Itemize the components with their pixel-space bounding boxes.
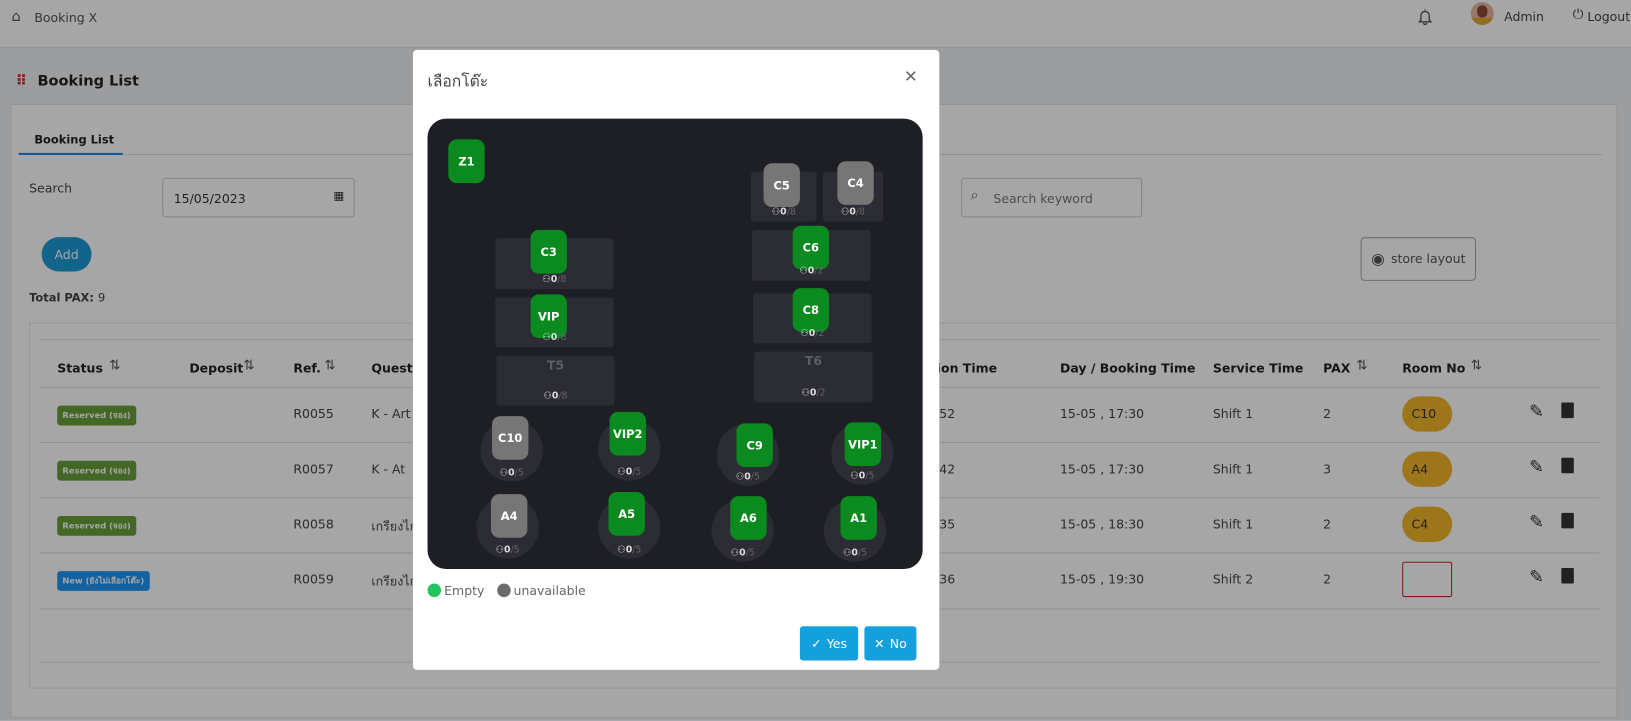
close-icon[interactable]: ✕ — [904, 67, 918, 87]
people-icon: ⚇ — [617, 545, 626, 556]
table-badge-vip[interactable]: VIP — [530, 294, 567, 339]
select-table-modal: เลือกโต๊ะ ✕ Z1 C5 ⚇0/8 C4 ⚇0/8 C3 ⚇0/8 VIP ⚇0/8 T… — [412, 49, 940, 670]
table-badge-vip1[interactable]: VIP1 — [844, 422, 882, 467]
table-badge-c6[interactable]: C6 — [792, 225, 830, 270]
people-icon: ⚇ — [735, 472, 745, 483]
seat-count: ⚇0/2 — [800, 328, 825, 340]
table-badge-c10[interactable]: C10 — [492, 416, 529, 460]
seat-count: ⚇0/8 — [840, 206, 865, 218]
check-icon: ✓ — [811, 636, 822, 651]
seat-count: ⚇0/2 — [801, 387, 826, 399]
people-icon: ⚇ — [542, 274, 551, 286]
seat-count: ⚇0/5 — [499, 468, 524, 479]
legend: Empty unavailable — [427, 583, 586, 598]
seat-count: ⚇0/8 — [771, 206, 796, 218]
people-icon: ⚇ — [495, 545, 505, 556]
people-icon: ⚇ — [850, 471, 859, 482]
table-badge-c5[interactable]: C5 — [763, 163, 800, 207]
seat-count: ⚇0/5 — [495, 545, 520, 556]
people-icon: ⚇ — [542, 332, 551, 344]
people-icon: ⚇ — [730, 548, 740, 559]
table-badge-vip2[interactable]: VIP2 — [609, 411, 646, 456]
table-badge-c9[interactable]: C9 — [736, 423, 773, 468]
seat-count: ⚇0/5 — [617, 467, 642, 478]
table-badge-a5[interactable]: A5 — [608, 492, 645, 536]
people-icon: ⚇ — [617, 467, 626, 478]
seat-count: ⚇0/5 — [735, 472, 760, 483]
legend-unavailable: unavailable — [496, 583, 586, 598]
modal-title: เลือกโต๊ะ — [427, 71, 489, 91]
table-badge-c3[interactable]: C3 — [530, 229, 567, 274]
people-icon: ⚇ — [843, 548, 852, 559]
seat-count: ⚇0/8 — [542, 332, 567, 344]
table-badge-c4[interactable]: C4 — [837, 161, 874, 205]
table-badge-z1[interactable]: Z1 — [448, 139, 485, 184]
seat-count: ⚇0/8 — [542, 274, 567, 286]
no-button[interactable]: ✕ No — [864, 626, 917, 661]
table-label: T6 — [804, 353, 823, 369]
seat-count: ⚇0/5 — [730, 548, 755, 559]
seat-count: ⚇0/5 — [843, 548, 868, 559]
table-badge-a6[interactable]: A6 — [730, 496, 767, 540]
seat-count: ⚇0/5 — [617, 545, 642, 556]
seat-count: ⚇0/8 — [543, 391, 568, 402]
table-badge-c8[interactable]: C8 — [792, 288, 830, 332]
people-icon: ⚇ — [499, 468, 509, 479]
seat-count: ⚇0/2 — [799, 266, 824, 277]
people-icon: ⚇ — [799, 266, 808, 277]
people-icon: ⚇ — [801, 387, 810, 399]
seat-count: ⚇0/5 — [850, 471, 875, 482]
table-label: T5 — [546, 357, 565, 373]
x-icon: ✕ — [874, 636, 885, 651]
floor-map: Z1 C5 ⚇0/8 C4 ⚇0/8 C3 ⚇0/8 VIP ⚇0/8 T5 ⚇0/8 C6 ⚇0/2 C… — [427, 118, 923, 569]
table-badge-a1[interactable]: A1 — [840, 496, 877, 540]
people-icon: ⚇ — [543, 391, 552, 402]
legend-empty: Empty — [427, 583, 484, 598]
yes-button[interactable]: ✓ Yes — [799, 626, 859, 661]
people-icon: ⚇ — [800, 328, 809, 340]
people-icon: ⚇ — [840, 206, 850, 218]
table-badge-a4[interactable]: A4 — [490, 494, 528, 538]
people-icon: ⚇ — [771, 206, 781, 218]
